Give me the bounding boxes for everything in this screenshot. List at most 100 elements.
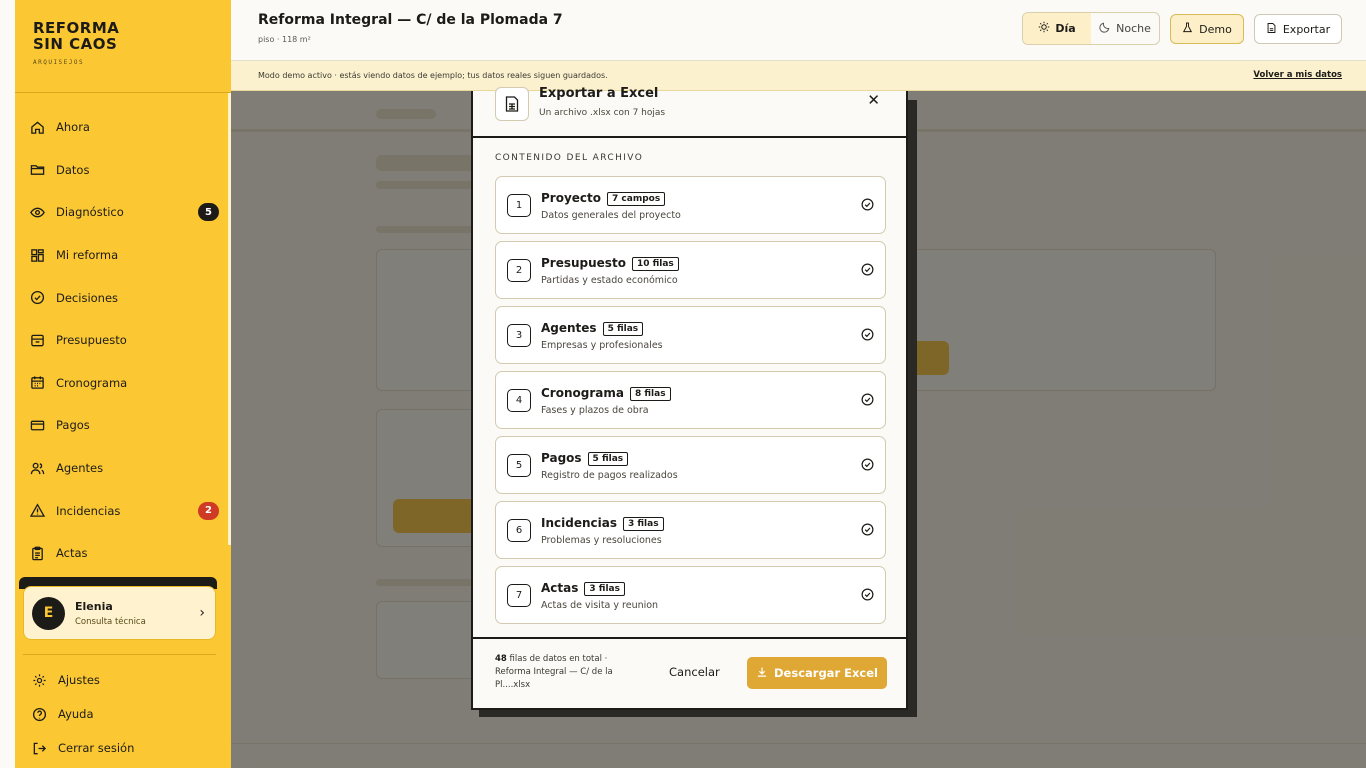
user-role: Consulta técnica <box>75 616 146 627</box>
sheet-item-proyecto[interactable]: 1 Proyecto 7 campos Datos generales del p… <box>495 176 886 234</box>
rows-text: filas de datos en total · <box>509 654 608 664</box>
warning-icon <box>29 503 45 519</box>
sidebar-item-cronograma[interactable]: Cronograma <box>27 362 219 405</box>
sheet-item-pagos[interactable]: 5 Pagos 5 filas Registro de pagos realiza… <box>495 436 886 494</box>
sidebar-item-diagnostico[interactable]: Diagnóstico 5 <box>27 191 219 234</box>
sidebar-item-label: Decisiones <box>56 290 119 305</box>
eye-icon <box>29 204 45 220</box>
cancel-button[interactable]: Cancelar <box>669 665 720 679</box>
page-title: Reforma Integral — C/ de la Plomada 7 <box>258 12 563 28</box>
sidebar-item-ayuda[interactable]: Ayuda <box>29 697 134 731</box>
sheet-name-row: Cronograma 8 filas <box>541 386 671 401</box>
top-header: Reforma Integral — C/ de la Plomada 7 pi… <box>231 0 1366 61</box>
grid-icon <box>29 247 45 263</box>
sheet-description: Actas de visita y reunion <box>541 600 659 611</box>
sheet-count-badge: 5 filas <box>602 322 644 336</box>
file-export-icon <box>1266 22 1277 37</box>
check-circle-icon <box>861 263 874 276</box>
count-badge: 5 <box>198 203 219 222</box>
sheet-list: 1 Proyecto 7 campos Datos generales del p… <box>495 176 886 631</box>
theme-toggle: Día Noche <box>1022 12 1160 45</box>
sheet-number: 5 <box>507 454 531 477</box>
theme-night-button[interactable]: Noche <box>1091 13 1159 44</box>
demo-button[interactable]: Demo <box>1170 14 1244 44</box>
sheet-description: Partidas y estado económico <box>541 275 678 286</box>
theme-day-button[interactable]: Día <box>1023 13 1091 44</box>
sheet-name: Agentes <box>541 321 597 335</box>
check-circle-icon <box>861 393 874 406</box>
sheet-name: Actas <box>541 581 579 595</box>
back-to-my-data-link[interactable]: Volver a mis datos <box>1253 70 1342 80</box>
sheet-name-row: Incidencias 3 filas <box>541 516 664 531</box>
users-icon <box>29 460 45 476</box>
sidebar-item-label: Mi reforma <box>56 248 119 263</box>
sheet-count-badge: 3 filas <box>584 582 625 596</box>
sidebar-item-incidencias[interactable]: Incidencias 2 <box>27 489 219 532</box>
sheet-name: Cronograma <box>541 386 624 400</box>
export-label: Exportar <box>1282 22 1331 36</box>
export-button[interactable]: Exportar <box>1254 14 1342 44</box>
sidebar-item-label: Agentes <box>56 461 104 476</box>
sheet-item-agentes[interactable]: 3 Agentes 5 filas Empresas y profesionale… <box>495 306 886 364</box>
brand-logo[interactable]: REFORMA SIN CAOS ARQUISEJOS <box>33 20 119 66</box>
user-profile-card[interactable]: E Elenia Consulta técnica › <box>23 586 216 640</box>
sidebar-item-label: Ayuda <box>58 707 94 721</box>
sheet-item-presupuesto[interactable]: 2 Presupuesto 10 filas Partidas y estado … <box>495 241 886 299</box>
sidebar-item-ajustes[interactable]: Ajustes <box>29 663 134 697</box>
export-summary: 48 filas de datos en total · Reforma Int… <box>495 653 645 692</box>
sheet-number: 1 <box>507 194 531 217</box>
moon-icon <box>1099 21 1111 36</box>
dialog-header: Exportar a Excel Un archivo .xlsx con 7 … <box>473 86 906 138</box>
sheet-description: Datos generales del proyecto <box>541 210 681 221</box>
sheet-item-cronograma[interactable]: 4 Cronograma 8 filas Fases y plazos de ob… <box>495 371 886 429</box>
sidebar-item-mi-reforma[interactable]: Mi reforma <box>27 234 219 277</box>
sheet-number: 4 <box>507 389 531 412</box>
sheet-item-actas[interactable]: 7 Actas 3 filas Actas de visita y reunion <box>495 566 886 624</box>
close-icon[interactable]: ✕ <box>867 91 880 109</box>
flask-icon <box>1182 22 1193 36</box>
dialog-subtitle: Un archivo .xlsx con 7 hojas <box>539 108 666 118</box>
clipboard-icon <box>29 545 45 561</box>
sidebar-item-datos[interactable]: Datos <box>27 149 219 192</box>
check-circle-icon <box>29 290 45 306</box>
sidebar-item-presupuesto[interactable]: Presupuesto <box>27 319 219 362</box>
demo-label: Demo <box>1199 22 1232 36</box>
sheet-description: Registro de pagos realizados <box>541 470 678 481</box>
calendar-icon <box>29 375 45 391</box>
check-circle-icon <box>861 523 874 536</box>
user-name: Elenia <box>75 599 113 613</box>
check-circle-icon <box>861 198 874 211</box>
sheet-number: 3 <box>507 324 531 347</box>
demo-banner: Modo demo activo · estás viendo datos de… <box>231 61 1366 91</box>
help-icon <box>31 706 47 722</box>
wallet-icon <box>29 332 45 348</box>
window-edge <box>0 0 15 768</box>
sheet-number: 2 <box>507 259 531 282</box>
dialog-title: Exportar a Excel <box>539 86 659 101</box>
sheet-name: Proyecto <box>541 191 602 205</box>
sidebar-item-label: Ahora <box>56 120 90 135</box>
sheet-number: 7 <box>507 584 531 607</box>
sheet-description: Fases y plazos de obra <box>541 405 649 416</box>
spreadsheet-icon <box>495 87 529 121</box>
logout-icon <box>31 740 47 756</box>
download-excel-button[interactable]: Descargar Excel <box>747 657 887 689</box>
export-filename: Reforma Integral — C/ de la Pl....xlsx <box>495 667 613 690</box>
sidebar-item-cerrar-sesion[interactable]: Cerrar sesión <box>29 731 134 765</box>
sidebar: REFORMA SIN CAOS ARQUISEJOS Ahora Datos … <box>15 0 231 768</box>
sidebar-item-label: Pagos <box>56 418 90 433</box>
theme-night-label: Noche <box>1116 22 1151 35</box>
sheet-description: Problemas y resoluciones <box>541 535 662 546</box>
sidebar-item-agentes[interactable]: Agentes <box>27 447 219 490</box>
sheet-item-incidencias[interactable]: 6 Incidencias 3 filas Problemas y resoluc… <box>495 501 886 559</box>
download-icon <box>756 666 768 681</box>
check-circle-icon <box>861 328 874 341</box>
sidebar-item-actas[interactable]: Actas <box>27 532 219 575</box>
export-excel-dialog: Exportar a Excel Un archivo .xlsx con 7 … <box>471 86 908 710</box>
sidebar-item-ahora[interactable]: Ahora <box>27 106 219 149</box>
sidebar-item-decisiones[interactable]: Decisiones <box>27 276 219 319</box>
sidebar-item-pagos[interactable]: Pagos <box>27 404 219 447</box>
sheet-count-badge: 7 campos <box>607 192 666 206</box>
check-circle-icon <box>861 588 874 601</box>
sidebar-item-label: Incidencias <box>56 503 121 518</box>
